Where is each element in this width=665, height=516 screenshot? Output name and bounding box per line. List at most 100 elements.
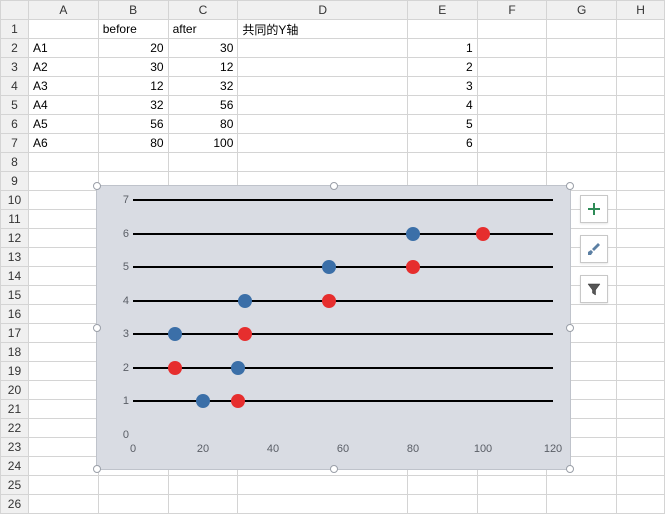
col-header-A[interactable]: A [28, 1, 98, 20]
cell-H23[interactable] [617, 438, 665, 457]
cell-F7[interactable] [477, 134, 547, 153]
cell-F2[interactable] [477, 39, 547, 58]
chart-point-after[interactable] [168, 361, 182, 375]
cell-B26[interactable] [98, 495, 168, 514]
chart-resize-handle[interactable] [566, 324, 574, 332]
row-header[interactable]: 10 [1, 191, 29, 210]
cell-A4[interactable]: A3 [28, 77, 98, 96]
cell-B25[interactable] [98, 476, 168, 495]
cell-G7[interactable] [547, 134, 617, 153]
cell-A15[interactable] [28, 286, 98, 305]
chart-resize-handle[interactable] [93, 182, 101, 190]
cell-A6[interactable]: A5 [28, 115, 98, 134]
cell-H26[interactable] [617, 495, 665, 514]
cell-F1[interactable] [477, 20, 547, 39]
cell-H20[interactable] [617, 381, 665, 400]
cell-B4[interactable]: 12 [98, 77, 168, 96]
cell-G26[interactable] [547, 495, 617, 514]
col-header-B[interactable]: B [98, 1, 168, 20]
cell-G8[interactable] [547, 153, 617, 172]
row-header[interactable]: 7 [1, 134, 29, 153]
row-header[interactable]: 24 [1, 457, 29, 476]
row-header[interactable]: 22 [1, 419, 29, 438]
row-header[interactable]: 6 [1, 115, 29, 134]
cell-H19[interactable] [617, 362, 665, 381]
cell-A5[interactable]: A4 [28, 96, 98, 115]
cell-C25[interactable] [168, 476, 238, 495]
cell-G6[interactable] [547, 115, 617, 134]
cell-A11[interactable] [28, 210, 98, 229]
cell-H7[interactable] [617, 134, 665, 153]
cell-H3[interactable] [617, 58, 665, 77]
row-header[interactable]: 11 [1, 210, 29, 229]
cell-F25[interactable] [477, 476, 547, 495]
cell-E6[interactable]: 5 [407, 115, 477, 134]
chart-point-after[interactable] [238, 327, 252, 341]
row-header[interactable]: 12 [1, 229, 29, 248]
row-header[interactable]: 26 [1, 495, 29, 514]
cell-E5[interactable]: 4 [407, 96, 477, 115]
cell-E4[interactable]: 3 [407, 77, 477, 96]
cell-F3[interactable] [477, 58, 547, 77]
col-header-C[interactable]: C [168, 1, 238, 20]
row-header[interactable]: 18 [1, 343, 29, 362]
row-header[interactable]: 4 [1, 77, 29, 96]
chart-styles-button[interactable] [580, 235, 608, 263]
chart-resize-handle[interactable] [566, 465, 574, 473]
cell-H10[interactable] [617, 191, 665, 210]
chart-resize-handle[interactable] [330, 465, 338, 473]
cell-D5[interactable] [238, 96, 407, 115]
cell-D7[interactable] [238, 134, 407, 153]
cell-G1[interactable] [547, 20, 617, 39]
cell-G25[interactable] [547, 476, 617, 495]
row-header[interactable]: 8 [1, 153, 29, 172]
select-all-corner[interactable] [1, 1, 29, 20]
cell-A24[interactable] [28, 457, 98, 476]
cell-A20[interactable] [28, 381, 98, 400]
cell-A25[interactable] [28, 476, 98, 495]
cell-E1[interactable] [407, 20, 477, 39]
row-header[interactable]: 21 [1, 400, 29, 419]
cell-A9[interactable] [28, 172, 98, 191]
cell-F8[interactable] [477, 153, 547, 172]
cell-B8[interactable] [98, 153, 168, 172]
cell-D2[interactable] [238, 39, 407, 58]
cell-A22[interactable] [28, 419, 98, 438]
cell-A12[interactable] [28, 229, 98, 248]
chart-point-before[interactable] [196, 394, 210, 408]
cell-C2[interactable]: 30 [168, 39, 238, 58]
cell-H1[interactable] [617, 20, 665, 39]
cell-H8[interactable] [617, 153, 665, 172]
row-header[interactable]: 9 [1, 172, 29, 191]
chart-resize-handle[interactable] [93, 465, 101, 473]
cell-C3[interactable]: 12 [168, 58, 238, 77]
row-header[interactable]: 5 [1, 96, 29, 115]
cell-D1[interactable]: 共同的Y轴 [238, 20, 407, 39]
cell-C26[interactable] [168, 495, 238, 514]
cell-A18[interactable] [28, 343, 98, 362]
cell-B2[interactable]: 20 [98, 39, 168, 58]
cell-C8[interactable] [168, 153, 238, 172]
cell-H12[interactable] [617, 229, 665, 248]
cell-A19[interactable] [28, 362, 98, 381]
cell-H4[interactable] [617, 77, 665, 96]
cell-E2[interactable]: 1 [407, 39, 477, 58]
cell-B1[interactable]: before [98, 20, 168, 39]
chart-resize-handle[interactable] [93, 324, 101, 332]
chart-point-after[interactable] [231, 394, 245, 408]
cell-A2[interactable]: A1 [28, 39, 98, 58]
cell-D8[interactable] [238, 153, 407, 172]
cell-H9[interactable] [617, 172, 665, 191]
cell-E26[interactable] [407, 495, 477, 514]
cell-H13[interactable] [617, 248, 665, 267]
cell-F6[interactable] [477, 115, 547, 134]
cell-H14[interactable] [617, 267, 665, 286]
cell-H24[interactable] [617, 457, 665, 476]
cell-H22[interactable] [617, 419, 665, 438]
cell-D26[interactable] [238, 495, 407, 514]
row-header[interactable]: 13 [1, 248, 29, 267]
cell-D6[interactable] [238, 115, 407, 134]
cell-A14[interactable] [28, 267, 98, 286]
chart-point-before[interactable] [238, 294, 252, 308]
cell-A1[interactable] [28, 20, 98, 39]
